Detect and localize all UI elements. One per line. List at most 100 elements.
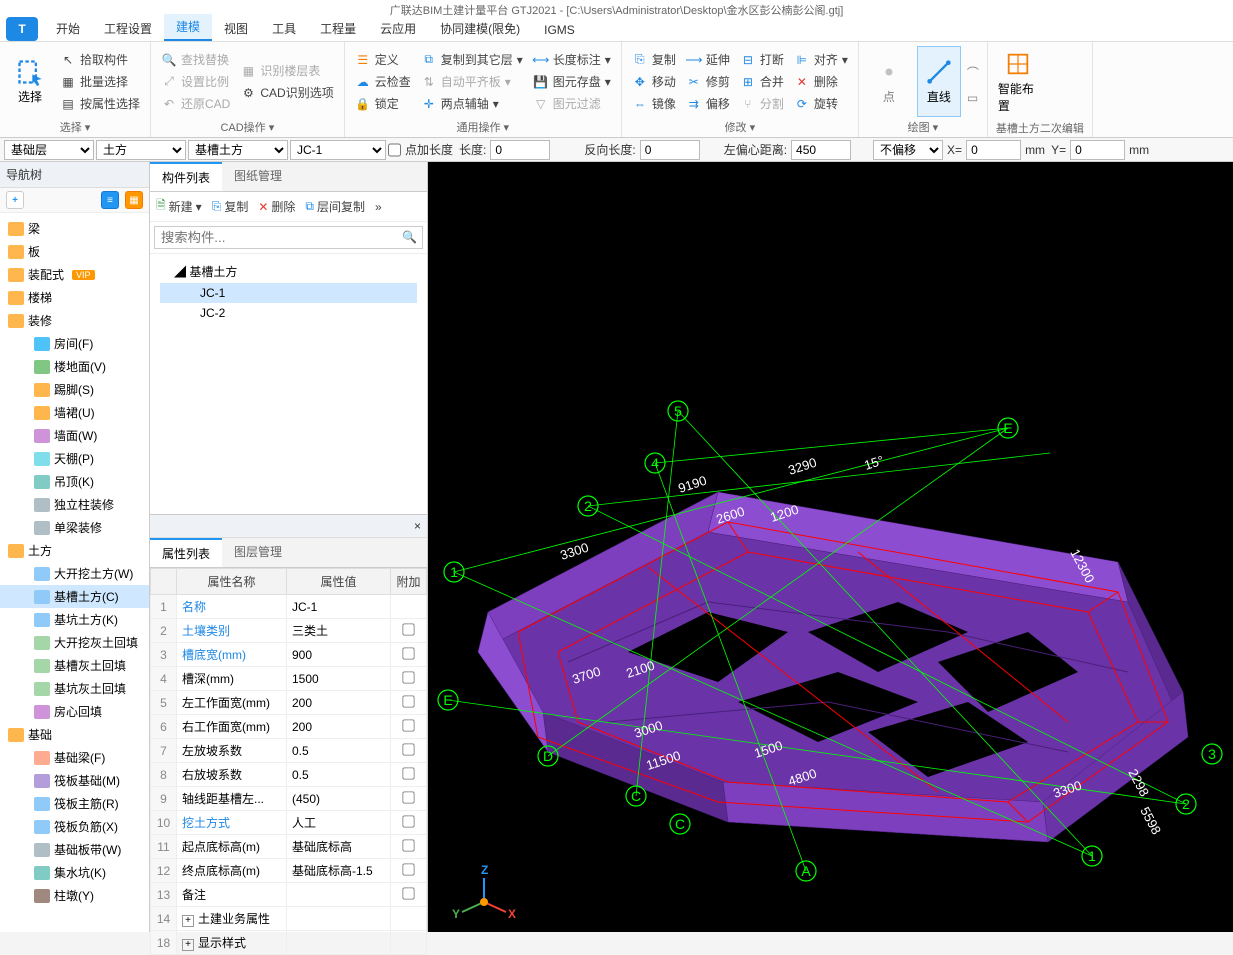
prop-extra-checkbox[interactable] bbox=[402, 719, 414, 731]
two-point-axis[interactable]: ✛两点辅轴 ▾ bbox=[419, 94, 525, 113]
nav-item[interactable]: 墙面(W) bbox=[0, 424, 149, 447]
prop-value[interactable] bbox=[287, 931, 391, 955]
property-row[interactable]: 9轴线距基槽左...(450) bbox=[151, 787, 427, 811]
property-row[interactable]: 1名称JC-1 bbox=[151, 595, 427, 619]
batch-select[interactable]: ▦批量选择 bbox=[58, 72, 142, 91]
property-row[interactable]: 6右工作面宽(mm)200 bbox=[151, 715, 427, 739]
tab-quantities[interactable]: 工程量 bbox=[308, 16, 368, 41]
cloud-check[interactable]: ☁云检查 bbox=[353, 72, 413, 91]
nav-item[interactable]: 楼梯 bbox=[0, 286, 149, 309]
prop-extra-checkbox[interactable] bbox=[402, 743, 414, 755]
prop-value[interactable]: 人工 bbox=[287, 811, 391, 835]
nav-item[interactable]: 大开挖灰土回填 bbox=[0, 631, 149, 654]
close-icon[interactable]: × bbox=[414, 519, 421, 533]
arc-icon[interactable]: ⌒ bbox=[967, 64, 979, 81]
nav-item[interactable]: 筏板主筋(R) bbox=[0, 792, 149, 815]
prop-value[interactable]: 200 bbox=[287, 715, 391, 739]
property-row[interactable]: 8右放坡系数0.5 bbox=[151, 763, 427, 787]
nav-item[interactable]: 房间(F) bbox=[0, 332, 149, 355]
nav-item[interactable]: 基槽灰土回填 bbox=[0, 654, 149, 677]
nav-item[interactable]: 独立柱装修 bbox=[0, 493, 149, 516]
comp-item-jc2[interactable]: JC-2 bbox=[160, 303, 417, 323]
prop-value[interactable]: 900 bbox=[287, 643, 391, 667]
break[interactable]: ⊟打断 bbox=[738, 50, 786, 69]
revert-cad[interactable]: ↶还原CAD bbox=[159, 94, 232, 113]
nav-item[interactable]: 吊顶(K) bbox=[0, 470, 149, 493]
tab-view[interactable]: 视图 bbox=[212, 16, 260, 41]
auto-level-slab[interactable]: ⇅自动平齐板 ▾ bbox=[419, 72, 525, 91]
prop-value[interactable]: 基础底标高-1.5 bbox=[287, 859, 391, 883]
nav-item[interactable]: 装配式VIP bbox=[0, 263, 149, 286]
nav-item[interactable]: 基础梁(F) bbox=[0, 746, 149, 769]
nav-item[interactable]: 单梁装修 bbox=[0, 516, 149, 539]
add-length-checkbox[interactable] bbox=[388, 140, 401, 160]
y-input[interactable] bbox=[1070, 140, 1125, 160]
nav-add-button[interactable]: + bbox=[6, 191, 24, 209]
expand-icon[interactable]: + bbox=[182, 939, 194, 951]
delete[interactable]: ✕删除 bbox=[792, 72, 850, 91]
property-row[interactable]: 5左工作面宽(mm)200 bbox=[151, 691, 427, 715]
rect-icon[interactable]: ▭ bbox=[967, 91, 979, 105]
prop-value[interactable]: 基础底标高 bbox=[287, 835, 391, 859]
offset-select[interactable]: 不偏移 bbox=[873, 140, 943, 160]
tab-project-settings[interactable]: 工程设置 bbox=[92, 16, 164, 41]
line-button[interactable]: 直线 bbox=[917, 46, 961, 117]
identify-floor-table[interactable]: ▦识别楼层表 bbox=[238, 61, 335, 80]
nav-item[interactable]: 大开挖土方(W) bbox=[0, 562, 149, 585]
delete-component-button[interactable]: ✕删除 bbox=[258, 198, 295, 215]
prop-value[interactable] bbox=[287, 907, 391, 931]
nav-item[interactable]: 楼地面(V) bbox=[0, 355, 149, 378]
nav-item[interactable]: 基础 bbox=[0, 723, 149, 746]
category-select[interactable]: 土方 bbox=[96, 140, 186, 160]
prop-extra-checkbox[interactable] bbox=[402, 839, 414, 851]
element-filter[interactable]: ▽图元过滤 bbox=[531, 94, 613, 113]
tab-component-list[interactable]: 构件列表 bbox=[150, 162, 222, 191]
component-select[interactable]: JC-1 bbox=[290, 140, 386, 160]
set-scale[interactable]: ⤢设置比例 bbox=[159, 72, 232, 91]
copy-component-button[interactable]: ⎘复制 bbox=[212, 198, 249, 215]
nav-item[interactable]: 基槽土方(C) bbox=[0, 585, 149, 608]
tab-layer-mgmt[interactable]: 图层管理 bbox=[222, 538, 294, 567]
layer-copy-button[interactable]: ⧉层间复制 bbox=[305, 198, 365, 215]
nav-item[interactable]: 基坑土方(K) bbox=[0, 608, 149, 631]
layer-select[interactable]: 基础层 bbox=[4, 140, 94, 160]
nav-item[interactable]: 板 bbox=[0, 240, 149, 263]
prop-value[interactable]: 200 bbox=[287, 691, 391, 715]
mirror[interactable]: ⇔镜像 bbox=[630, 94, 678, 113]
reverse-length-input[interactable] bbox=[640, 140, 700, 160]
select-by-property[interactable]: ▤按属性选择 bbox=[58, 94, 142, 113]
property-row[interactable]: 18+显示样式 bbox=[151, 931, 427, 955]
prop-value[interactable] bbox=[287, 883, 391, 907]
property-row[interactable]: 4槽深(mm)1500 bbox=[151, 667, 427, 691]
nav-item[interactable]: 踢脚(S) bbox=[0, 378, 149, 401]
nav-item[interactable]: 土方 bbox=[0, 539, 149, 562]
length-input[interactable] bbox=[490, 140, 550, 160]
rotate[interactable]: ⟳旋转 bbox=[792, 94, 850, 113]
property-row[interactable]: 14+土建业务属性 bbox=[151, 907, 427, 931]
new-component-button[interactable]: 🗎新建 ▾ bbox=[156, 196, 202, 217]
prop-extra-checkbox[interactable] bbox=[402, 887, 414, 899]
cad-recognize-options[interactable]: ⚙CAD识别选项 bbox=[238, 83, 335, 102]
nav-item[interactable]: 筏板基础(M) bbox=[0, 769, 149, 792]
prop-extra-checkbox[interactable] bbox=[402, 767, 414, 779]
align[interactable]: ⊫对齐 ▾ bbox=[792, 50, 850, 69]
prop-extra-checkbox[interactable] bbox=[402, 671, 414, 683]
nav-item[interactable]: 集水坑(K) bbox=[0, 861, 149, 884]
prop-extra-checkbox[interactable] bbox=[402, 695, 414, 707]
3d-viewport[interactable]: 5421EEDCCA1239190329015°2600120033001230… bbox=[428, 162, 1233, 932]
nav-view2-button[interactable]: ▦ bbox=[125, 191, 143, 209]
prop-value[interactable]: 1500 bbox=[287, 667, 391, 691]
tab-collab[interactable]: 协同建模(限免) bbox=[428, 16, 532, 41]
prop-extra-checkbox[interactable] bbox=[402, 863, 414, 875]
comp-item-jc1[interactable]: JC-1 bbox=[160, 283, 417, 303]
nav-item[interactable]: 筏板负筋(X) bbox=[0, 815, 149, 838]
nav-item[interactable]: 墙裙(U) bbox=[0, 401, 149, 424]
prop-value[interactable]: (450) bbox=[287, 787, 391, 811]
tab-tools[interactable]: 工具 bbox=[260, 16, 308, 41]
offset[interactable]: ⇉偏移 bbox=[684, 94, 732, 113]
merge[interactable]: ⊞合并 bbox=[738, 72, 786, 91]
extend[interactable]: ⟶延伸 bbox=[684, 50, 732, 69]
nav-item[interactable]: 房心回填 bbox=[0, 700, 149, 723]
copy-to-layer[interactable]: ⧉复制到其它层 ▾ bbox=[419, 50, 525, 69]
expand-icon[interactable]: + bbox=[182, 915, 194, 927]
